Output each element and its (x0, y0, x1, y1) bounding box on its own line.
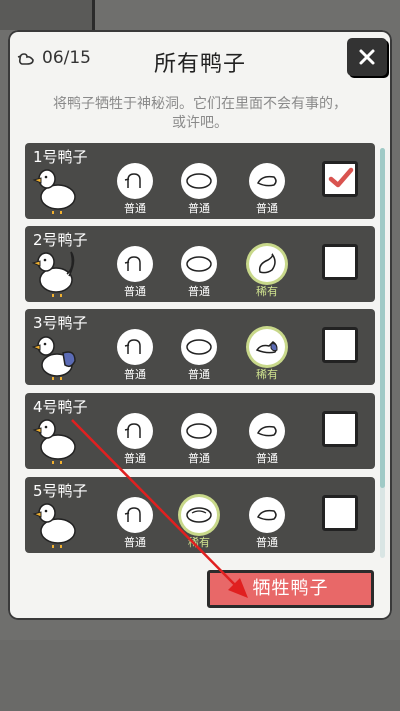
duck-card[interactable]: 2号鸭子 普通 普通 稀有 (25, 226, 375, 302)
trait-body[interactable]: 普通 (179, 413, 219, 466)
duck-body-icon (186, 423, 212, 439)
trait-body[interactable]: 普通 (179, 329, 219, 382)
duck-card[interactable]: 3号鸭子 普通 普通 稀有 (25, 309, 375, 385)
duck-body-icon (186, 507, 212, 523)
instructions: 将鸭子牺牲于神秘洞。它们在里面不会有事的， 或许吧。 (53, 96, 347, 131)
trait-tail[interactable]: 稀有 (247, 329, 287, 382)
duck-icon (32, 169, 76, 214)
duck-tail-icon (255, 341, 278, 354)
duck-head-icon (124, 507, 141, 522)
select-checkbox[interactable] (322, 244, 358, 280)
duck-card[interactable]: 1号鸭子 普通 普通 普通 (25, 143, 375, 219)
duck-body-icon (186, 173, 212, 189)
trait-head[interactable]: 普通 (115, 246, 155, 299)
background-wall (0, 0, 95, 30)
duck-head-icon (124, 256, 141, 271)
trait-tail[interactable]: 普通 (247, 163, 287, 216)
scrollbar-thumb[interactable] (380, 148, 385, 488)
duck-tail-icon (256, 175, 277, 187)
trait-head[interactable]: 普通 (115, 413, 155, 466)
duck-body-icon (186, 256, 212, 272)
trait-head[interactable]: 普通 (115, 163, 155, 216)
duck-card[interactable]: 5号鸭子 普通 稀有 普通 (25, 477, 375, 553)
duck-icon (32, 503, 76, 548)
select-checkbox[interactable] (322, 411, 358, 447)
trait-tail[interactable]: 普通 (247, 413, 287, 466)
duck-head-icon (124, 339, 141, 354)
duck-icon (31, 251, 75, 297)
select-checkbox[interactable] (322, 161, 358, 197)
duck-head-icon (124, 423, 141, 438)
trait-head[interactable]: 普通 (115, 497, 155, 550)
close-button[interactable] (347, 38, 387, 76)
trait-body[interactable]: 稀有 (179, 497, 219, 550)
duck-card[interactable]: 4号鸭子 普通 普通 普通 (25, 393, 375, 469)
trait-body[interactable]: 普通 (179, 163, 219, 216)
background-floor (0, 640, 400, 711)
trait-tail[interactable]: 稀有 (247, 246, 287, 299)
trait-head[interactable]: 普通 (115, 329, 155, 382)
page-title: 所有鸭子 (153, 52, 246, 77)
checkmark-icon (328, 167, 354, 188)
duck-tail-icon (256, 509, 277, 521)
duck-icon (31, 336, 76, 380)
duck-icon (32, 419, 76, 464)
duck-tail-icon (256, 425, 277, 437)
select-checkbox[interactable] (322, 495, 358, 531)
duck-head-icon (124, 173, 141, 188)
select-checkbox[interactable] (322, 327, 358, 363)
trait-body[interactable]: 普通 (179, 246, 219, 299)
sacrifice-button[interactable]: 牺牲鸭子 (207, 570, 374, 608)
duck-tail-icon (258, 253, 276, 274)
duck-body-icon (186, 339, 212, 355)
close-icon (359, 49, 375, 65)
trait-tail[interactable]: 普通 (247, 497, 287, 550)
